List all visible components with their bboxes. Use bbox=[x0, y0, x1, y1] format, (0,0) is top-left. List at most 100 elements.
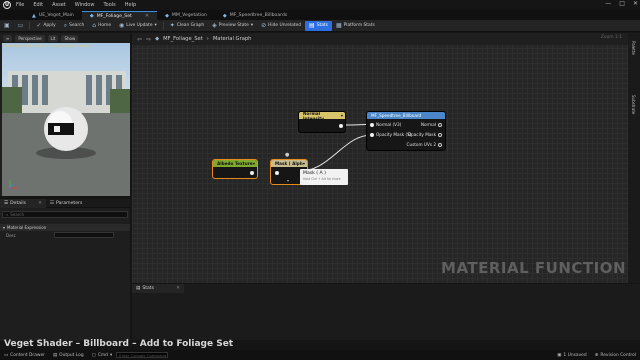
hamburger-icon: ≡ bbox=[6, 35, 10, 41]
node-normal-intensity[interactable]: Normal Intensity ▾ bbox=[298, 111, 346, 133]
close-window-button[interactable]: ✕ bbox=[633, 0, 638, 7]
toolbar: ▣ ▭ ✓ Apply ⌕ Search ⌂ Home ◉ Live Update ▾ ✦… bbox=[0, 20, 640, 32]
material-graph[interactable]: ⇦ ⇨ ◆ MF_Foliage_Set › Material Graph Zo… bbox=[132, 33, 628, 283]
expand-chevron-icon[interactable]: ▾ bbox=[287, 178, 289, 183]
cmd-icon: ▢ bbox=[91, 352, 96, 358]
node-header: MF_Speedtree_Billboard bbox=[367, 112, 445, 119]
output-normal[interactable]: Normal bbox=[421, 122, 442, 127]
graph-watermark: MATERIAL FUNCTION bbox=[441, 259, 626, 277]
apply-button[interactable]: ✓ Apply bbox=[32, 21, 59, 31]
platform-stats-button[interactable]: ▦ Platform Stats bbox=[332, 21, 379, 31]
video-caption: Veget Shader – Billboard – Add to Foliag… bbox=[4, 339, 234, 349]
cmd-dropdown[interactable]: ▢ Cmd ▾ bbox=[88, 353, 117, 358]
save-button[interactable]: ▣ bbox=[0, 21, 14, 31]
tab-mm-vegetation[interactable]: ◆ MM_Vegetation bbox=[157, 11, 215, 20]
perspective-label: Perspective bbox=[18, 35, 42, 41]
menu-tools[interactable]: Tools bbox=[103, 2, 115, 8]
menu-edit[interactable]: Edit bbox=[33, 2, 43, 8]
unsaved-label: 1 Unsaved bbox=[563, 352, 587, 358]
preview-state-button[interactable]: ◈ Preview State ▾ bbox=[208, 21, 257, 31]
menu-help[interactable]: Help bbox=[125, 2, 136, 8]
search-icon: ⌕ bbox=[6, 212, 9, 217]
pin-label: Normal (V3) bbox=[376, 122, 402, 127]
console-command-input[interactable]: Enter Console Command bbox=[116, 352, 169, 358]
unreal-logo-icon[interactable]: U bbox=[3, 1, 11, 9]
parameters-icon: ☷ bbox=[49, 200, 55, 206]
node-speedtree-billboard[interactable]: MF_Speedtree_Billboard Normal (V3) Opaci… bbox=[366, 111, 446, 151]
platform-stats-label: Platform Stats bbox=[343, 23, 375, 28]
live-update-button[interactable]: ◉ Live Update ▾ bbox=[115, 21, 161, 31]
viewport-options-button[interactable]: ≡ bbox=[3, 34, 13, 42]
menu-file[interactable]: File bbox=[16, 2, 24, 8]
tooltip-hint: Hold Ctrl + Alt for more bbox=[303, 177, 341, 181]
maximize-button[interactable]: □ bbox=[619, 0, 625, 7]
stats-icon: ▤ bbox=[309, 22, 315, 29]
output-opacity-mask[interactable]: Opacity Mask bbox=[408, 132, 442, 137]
property-label: Desc bbox=[6, 232, 16, 238]
close-icon[interactable]: ✕ bbox=[176, 286, 180, 291]
node-header: Mask ( Alpha ) ▾ bbox=[271, 160, 307, 167]
category-material-expression[interactable]: ▾ Material Expression bbox=[0, 224, 130, 231]
chevron-down-icon: ▾ bbox=[154, 23, 157, 28]
details-search-input[interactable]: ⌕ Search bbox=[2, 211, 128, 218]
tab-details[interactable]: ☰ Details ✕ bbox=[0, 198, 46, 208]
tab-stats-label: Stats bbox=[142, 286, 155, 291]
hide-unrelated-button[interactable]: ⊘ Hide Unrelated bbox=[257, 21, 305, 31]
preview-state-label: Preview State bbox=[218, 23, 249, 28]
perspective-button[interactable]: Perspective bbox=[15, 34, 45, 42]
close-tab-icon[interactable]: ✕ bbox=[145, 13, 149, 19]
close-icon[interactable]: ✕ bbox=[38, 201, 42, 206]
search-icon: ⌕ bbox=[63, 21, 68, 29]
desc-field[interactable] bbox=[54, 232, 114, 238]
content-drawer-label: Content Drawer bbox=[10, 352, 45, 358]
node-title: Normal Intensity bbox=[303, 110, 325, 121]
output-pin[interactable] bbox=[438, 142, 442, 147]
output-pin[interactable] bbox=[438, 122, 442, 127]
stats-button[interactable]: ▤ Stats bbox=[305, 20, 332, 31]
lit-button[interactable]: Lit bbox=[47, 34, 59, 42]
minimize-button[interactable]: — bbox=[605, 0, 611, 7]
output-pin[interactable] bbox=[438, 132, 442, 137]
node-header: Albedo Texture ▾ bbox=[213, 160, 257, 167]
clean-graph-button[interactable]: ✦ Clean Graph bbox=[166, 21, 208, 31]
sphere-pattern bbox=[54, 126, 60, 132]
input-pin[interactable] bbox=[275, 171, 279, 175]
node-albedo-texture[interactable]: Albedo Texture ▾ bbox=[212, 159, 258, 179]
tab-ue-veget-main[interactable]: ▲ UE_Veget_Main bbox=[24, 11, 82, 20]
content-drawer-button[interactable]: ▭ Content Drawer bbox=[0, 353, 49, 358]
menu-window[interactable]: Window bbox=[75, 2, 95, 8]
home-icon: ⌂ bbox=[92, 22, 97, 29]
search-label: Search bbox=[69, 23, 85, 28]
tab-parameters[interactable]: ☷ Parameters bbox=[46, 199, 86, 208]
palette-tab[interactable]: Palette bbox=[631, 41, 636, 55]
substrate-tab[interactable]: Substrate bbox=[631, 95, 636, 114]
search-button[interactable]: ⌕ Search bbox=[60, 21, 88, 31]
tab-stats[interactable]: ▤ Stats ✕ bbox=[132, 284, 184, 293]
tab-mf-speedtree-billboards[interactable]: ◆ MF_Speedtree_Billboards bbox=[215, 11, 295, 20]
home-button[interactable]: ⌂ Home bbox=[88, 21, 115, 31]
input-pin[interactable] bbox=[370, 132, 374, 137]
tab-details-label: Details bbox=[10, 200, 27, 206]
input-pin[interactable] bbox=[370, 122, 374, 127]
content-drawer-icon: ▭ bbox=[4, 352, 9, 358]
show-button[interactable]: Show bbox=[61, 34, 79, 42]
revision-control-button[interactable]: ⊕ Revision Control bbox=[591, 353, 640, 358]
tab-mf-foliage-set[interactable]: ◆ MF_Foliage_Set ✕ bbox=[81, 11, 158, 20]
tab-label: MF_Speedtree_Billboards bbox=[229, 13, 288, 18]
output-log-button[interactable]: ▤ Output Log bbox=[49, 353, 88, 358]
preview-scene-graphic bbox=[2, 71, 130, 196]
menu-asset[interactable]: Asset bbox=[52, 2, 66, 8]
tab-label: MM_Vegetation bbox=[171, 13, 207, 18]
comment-bubble-icon[interactable]: ● bbox=[285, 152, 289, 158]
output-custom-uvs[interactable]: Custom UVs 2 bbox=[407, 142, 442, 147]
input-normal[interactable]: Normal (V3) bbox=[370, 122, 401, 127]
viewport-toolbar: ≡ Perspective Lit Show bbox=[0, 33, 130, 43]
preview-scene[interactable]: Previewing: MaterialExpressionFunctionOu… bbox=[2, 43, 130, 196]
preview-viewport[interactable]: ≡ Perspective Lit Show Previewing: Mater… bbox=[0, 33, 130, 196]
output-pin[interactable] bbox=[250, 171, 254, 175]
output-pin[interactable] bbox=[339, 124, 343, 128]
input-opacity-mask[interactable]: Opacity Mask (S) bbox=[370, 132, 411, 137]
pin-label: Normal bbox=[420, 122, 436, 127]
browse-button[interactable]: ▭ bbox=[14, 21, 28, 31]
unsaved-button[interactable]: ▣ 1 Unsaved bbox=[553, 353, 590, 358]
